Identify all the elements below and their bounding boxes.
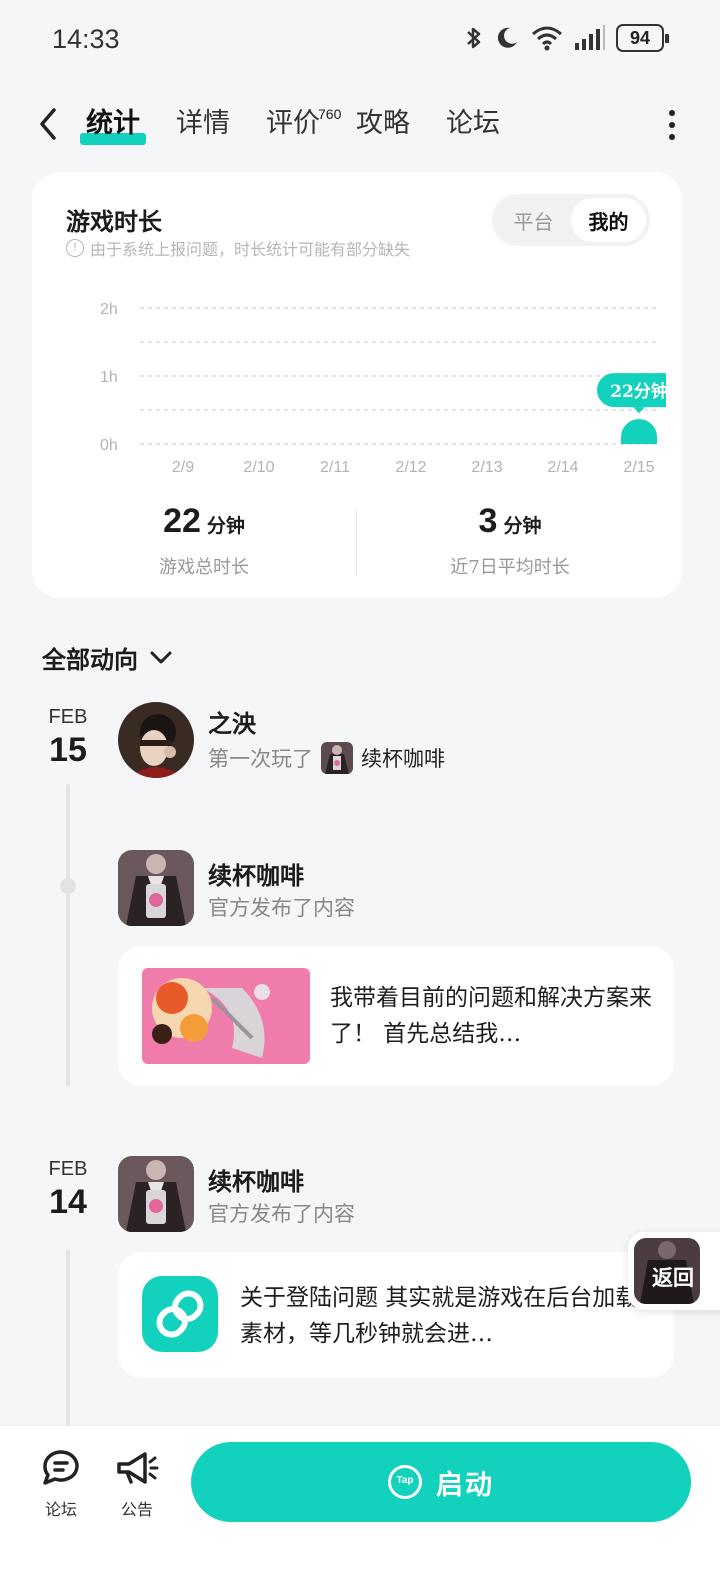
tab-stats[interactable]: 统计 — [80, 104, 146, 148]
x-tick-label: 2/14 — [547, 459, 578, 476]
total-playtime-label: 游戏总时长 — [159, 557, 249, 578]
x-tick-label: 2/15 — [623, 459, 654, 476]
x-tick-label: 2/11 — [320, 459, 350, 476]
tab-forum[interactable]: 论坛 — [446, 104, 500, 148]
review-count-badge: 760 — [318, 106, 342, 122]
game-icon: 返回 — [634, 1238, 700, 1304]
link-badge — [142, 1276, 218, 1352]
value-tooltip-label: 22分钟 — [610, 381, 666, 402]
post-subtitle: 官方发布了内容 — [208, 1202, 355, 1226]
more-options-icon[interactable] — [666, 110, 678, 140]
post-excerpt: 我带着目前的问题和解决方案来了！ 首先总结我… — [330, 985, 652, 1047]
weekly-average-value: 3 — [478, 502, 498, 540]
post-card[interactable]: 关于登陆问题 其实就是游戏在后台加载素材，等几秒钟就会进… — [118, 1252, 674, 1378]
date-day: 14 — [49, 1183, 87, 1221]
date-label: FEB 15 — [28, 706, 108, 770]
card-title: 游戏时长 — [66, 207, 162, 236]
toggle-platform[interactable]: 平台 — [496, 198, 571, 242]
timeline-line — [66, 1250, 70, 1426]
x-tick-label: 2/10 — [243, 459, 274, 476]
game-name-link[interactable]: 续杯咖啡 — [361, 743, 445, 773]
value-tooltip-pointer — [633, 407, 645, 414]
x-tick-label: 2/9 — [172, 459, 194, 476]
megaphone-icon — [117, 1452, 159, 1484]
forum-button[interactable]: 论坛 — [26, 1448, 96, 1520]
y-tick-label: 2h — [100, 301, 118, 318]
status-icons: 94 — [464, 24, 669, 52]
launch-label: 启动 — [436, 1469, 494, 1501]
date-day: 15 — [49, 731, 87, 769]
feed-filter-label: 全部动向 — [42, 645, 138, 674]
post-author[interactable]: 续杯咖啡 — [208, 856, 304, 891]
card-note-text: 由于系统上报问题，时长统计可能有部分缺失 — [90, 240, 411, 259]
forum-label: 论坛 — [44, 1500, 77, 1519]
back-arrow-icon[interactable] — [32, 104, 66, 144]
tab-details[interactable]: 详情 — [176, 104, 230, 148]
date-month: FEB — [48, 1158, 88, 1180]
y-tick-label: 1h — [100, 369, 118, 386]
total-playtime: 22 分钟 游戏总时长 — [54, 502, 354, 579]
tab-guides[interactable]: 攻略 — [356, 104, 410, 148]
date-month: FEB — [48, 706, 88, 728]
launch-button[interactable]: Tap 启动 — [191, 1442, 691, 1522]
bluetooth-icon — [467, 27, 481, 49]
total-playtime-value: 22 — [163, 502, 201, 540]
post-card[interactable]: 我带着目前的问题和解决方案来了！ 首先总结我… — [118, 946, 674, 1086]
weekly-average-label: 近7日平均时长 — [450, 557, 570, 578]
play-activity: 第一次玩了 续杯咖啡 — [208, 742, 445, 774]
link-icon — [156, 1290, 204, 1338]
playtime-card: 游戏时长 ! 由于系统上报问题，时长统计可能有部分缺失 平台 我的 2h 1h 0h… — [32, 172, 682, 598]
floating-return-button[interactable]: 返回 — [628, 1232, 720, 1310]
timeline-dot — [60, 878, 76, 894]
post-thumbnail — [142, 968, 310, 1064]
game-icon[interactable] — [118, 850, 194, 926]
feed-filter-dropdown[interactable]: 全部动向 — [42, 640, 174, 675]
notice-button[interactable]: 公告 — [102, 1448, 172, 1520]
avatar[interactable] — [118, 702, 194, 778]
wifi-icon — [532, 26, 562, 51]
tap-logo-icon: Tap — [388, 1465, 422, 1499]
bottom-action-bar: 论坛 公告 Tap 启动 — [0, 1425, 720, 1582]
y-tick-label: 0h — [100, 437, 118, 454]
stat-divider — [356, 510, 357, 576]
bar — [621, 419, 657, 444]
total-playtime-unit: 分钟 — [206, 515, 245, 537]
tab-bar: 统计 详情 评价 760 攻略 论坛 — [80, 104, 500, 148]
toggle-mine[interactable]: 我的 — [571, 198, 646, 242]
return-label: 返回 — [652, 1265, 694, 1290]
timeline-line — [66, 784, 70, 1086]
tab-reviews[interactable]: 评价 760 — [266, 104, 341, 148]
battery-indicator: 94 — [616, 24, 669, 52]
game-icon[interactable] — [118, 1156, 194, 1232]
status-time: 14:33 — [52, 24, 120, 54]
post-author[interactable]: 续杯咖啡 — [208, 1162, 304, 1197]
post-excerpt: 关于登陆问题 其实就是游戏在后台加载素材，等几秒钟就会进… — [240, 1285, 639, 1347]
x-tick-label: 2/13 — [471, 459, 502, 476]
weekly-average: 3 分钟 近7日平均时长 — [360, 502, 660, 579]
forum-chat-icon — [43, 1450, 79, 1485]
weekly-average-unit: 分钟 — [503, 515, 542, 537]
playtime-chart: 2h 1h 0h 2/9 2/10 2/11 2/12 2/13 2/14 2/15 22分钟 — [100, 301, 666, 476]
chevron-down-icon — [150, 651, 172, 663]
notice-label: 公告 — [120, 1500, 153, 1519]
user-name[interactable]: 之泱 — [208, 704, 256, 739]
signal-icon — [575, 25, 605, 50]
info-icon: ! — [66, 239, 84, 257]
game-mini-icon — [321, 742, 353, 774]
card-note: ! 由于系统上报问题，时长统计可能有部分缺失 — [66, 236, 410, 260]
x-tick-label: 2/12 — [395, 459, 426, 476]
post-subtitle: 官方发布了内容 — [208, 896, 355, 920]
activity-text: 第一次玩了 — [208, 747, 313, 771]
date-label: FEB 14 — [28, 1158, 108, 1222]
scope-toggle: 平台 我的 — [492, 194, 650, 246]
moon-icon — [497, 27, 517, 48]
